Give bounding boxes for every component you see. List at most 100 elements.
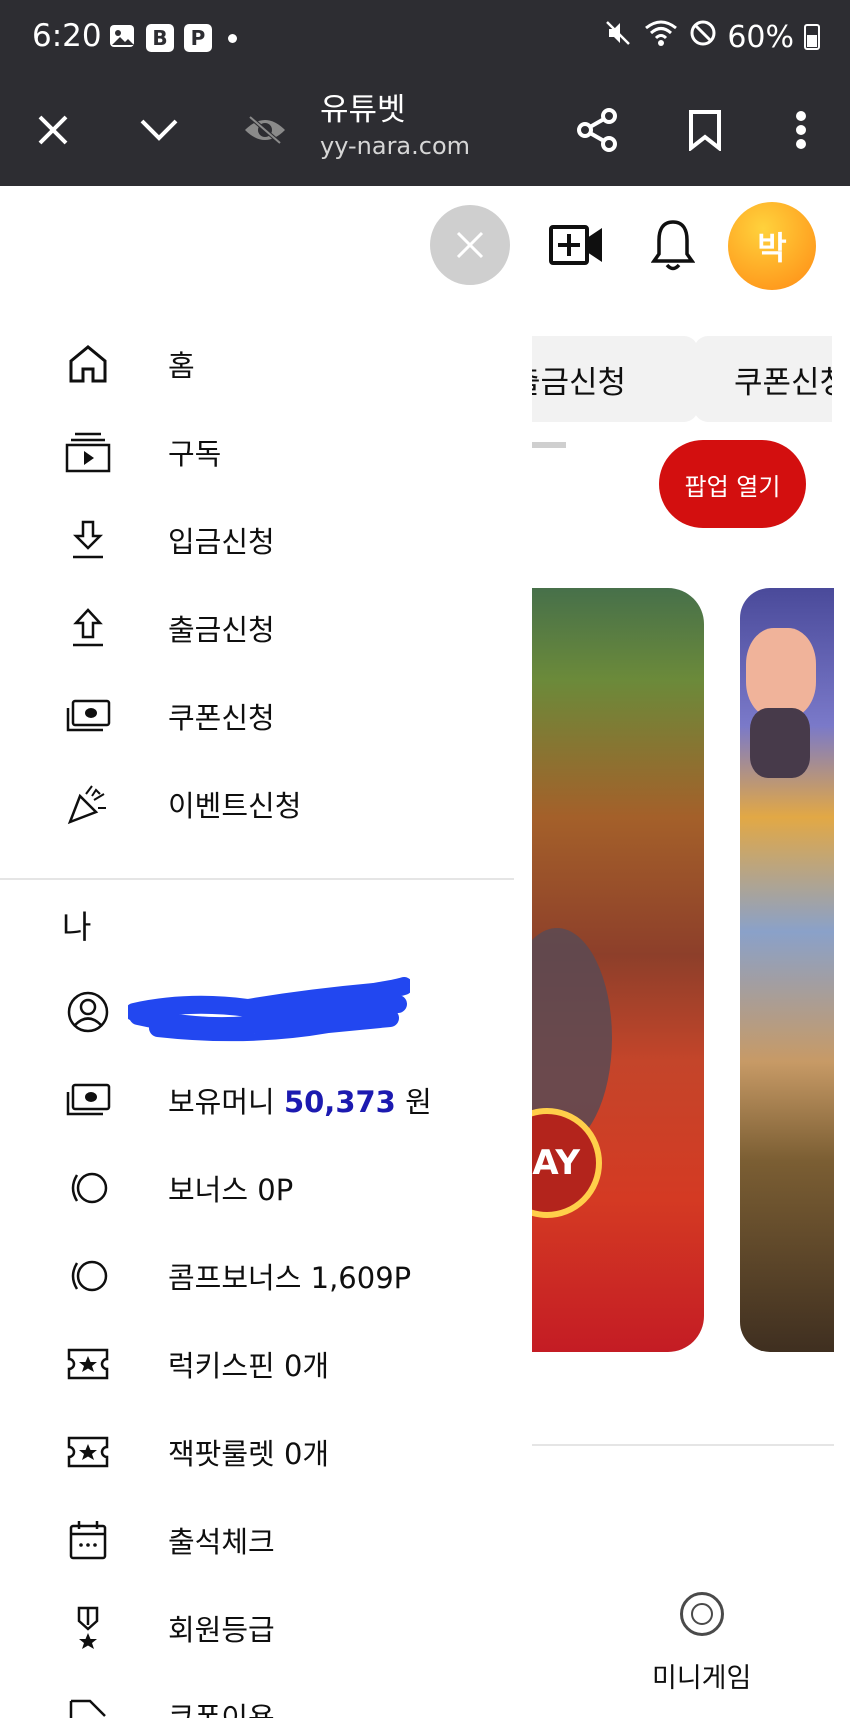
banner-character — [750, 708, 810, 778]
close-drawer-button[interactable] — [430, 205, 510, 285]
balance-label: 보유머니 50,373 원 — [168, 1079, 432, 1121]
nav-item-bonus[interactable]: 보너스 0P — [0, 1148, 514, 1228]
bell-icon — [651, 220, 695, 271]
ticket-icon — [64, 1340, 112, 1388]
nav-item-deposit[interactable]: 입금신청 — [0, 500, 514, 580]
chip-coupon[interactable]: 쿠폰신청 — [694, 336, 832, 422]
mute-icon — [603, 18, 633, 56]
nav-label: 쿠폰이용 — [168, 1701, 275, 1718]
banner-badge: AY — [532, 1108, 602, 1218]
content-divider — [532, 1444, 834, 1446]
chip-withdraw[interactable]: 출금신청 — [532, 336, 698, 422]
nav-item-attendance[interactable]: 출석체크 — [0, 1500, 514, 1580]
nav-item-membership-level[interactable]: 회원등급 — [0, 1588, 514, 1668]
nav-item-lucky-spin[interactable]: 럭키스핀 0개 — [0, 1324, 514, 1404]
wifi-icon — [643, 18, 679, 56]
minigame-label[interactable]: 미니게임 — [652, 1656, 751, 1695]
chevron-down-icon — [140, 119, 178, 141]
more-notifications-dot — [228, 33, 237, 43]
nav-label: 보너스 0P — [168, 1173, 294, 1207]
close-icon — [38, 115, 68, 145]
calendar-icon — [64, 1516, 112, 1564]
nav-item-subscriptions[interactable]: 구독 — [0, 412, 514, 492]
browser-toolbar: 유튜벳 yy-nara.com — [0, 74, 850, 186]
coupon-icon — [64, 1692, 112, 1718]
redaction-scribble — [128, 977, 410, 1042]
app-p-icon: P — [184, 24, 212, 52]
home-icon — [64, 340, 112, 388]
party-popper-icon — [64, 780, 112, 828]
nav-label: 출석체크 — [168, 1525, 275, 1559]
nav-item-home[interactable]: 홈 — [0, 324, 514, 404]
game-banner-card[interactable]: AY — [532, 588, 704, 1352]
bookmark-button[interactable] — [670, 74, 740, 186]
close-icon — [456, 231, 484, 259]
minigame-icon[interactable] — [680, 1592, 724, 1636]
nav-item-balance[interactable]: 보유머니 50,373 원 — [0, 1060, 514, 1140]
balance-prefix: 보유머니 — [168, 1085, 284, 1119]
drawer-divider — [0, 878, 514, 880]
coins-icon — [64, 1164, 112, 1212]
ticket-icon — [64, 1428, 112, 1476]
bookmark-icon — [689, 110, 721, 151]
notifications-button[interactable] — [640, 212, 706, 278]
cash-icon — [64, 1076, 112, 1124]
category-chips: 출금신청 쿠폰신청 — [532, 300, 832, 440]
cash-icon — [64, 692, 112, 740]
nav-item-use-coupon[interactable]: 쿠폰이용 — [0, 1676, 514, 1718]
download-icon — [64, 516, 112, 564]
battery-icon — [804, 24, 820, 50]
nav-label: 회원등급 — [168, 1613, 275, 1647]
subscriptions-icon — [64, 428, 112, 476]
notification-icons: B P — [108, 22, 237, 54]
nav-label: 럭키스핀 0개 — [168, 1349, 330, 1383]
scroll-indicator — [532, 442, 566, 448]
medal-icon — [64, 1604, 112, 1652]
page-title: 유튜벳 — [320, 92, 406, 128]
nav-label: 출금신청 — [168, 613, 275, 647]
page-url[interactable]: yy-nara.com — [320, 132, 470, 160]
avatar[interactable]: 박 — [728, 202, 816, 290]
nav-item-profile[interactable] — [0, 972, 514, 1052]
privacy-button[interactable] — [230, 74, 300, 186]
more-options-button[interactable] — [766, 74, 836, 186]
chip-label: 출금신청 — [532, 364, 627, 401]
nav-item-withdraw[interactable]: 출금신청 — [0, 588, 514, 668]
nav-label: 이벤트신청 — [168, 789, 302, 823]
share-icon — [577, 108, 617, 152]
balance-suffix: 원 — [395, 1085, 432, 1119]
game-banner-card[interactable] — [740, 588, 834, 1352]
balance-amount: 50,373 — [283, 1085, 396, 1119]
app-b-icon: B — [146, 24, 174, 52]
nav-item-event[interactable]: 이벤트신청 — [0, 764, 514, 844]
nav-label: 구독 — [168, 437, 222, 471]
nav-item-coupon[interactable]: 쿠폰신청 — [0, 676, 514, 756]
nav-item-jackpot-roulette[interactable]: 잭팟룰렛 0개 — [0, 1412, 514, 1492]
nav-item-comp-bonus[interactable]: 콤프보너스 1,609P — [0, 1236, 514, 1316]
upload-icon — [64, 604, 112, 652]
more-vert-icon — [796, 111, 806, 149]
nav-label: 홈 — [168, 349, 195, 383]
video-add-icon — [549, 225, 602, 265]
coins-icon — [64, 1252, 112, 1300]
open-popup-button[interactable]: 팝업 열기 — [659, 440, 806, 528]
status-time: 6:20 — [32, 18, 102, 54]
close-tab-button[interactable] — [18, 74, 88, 186]
nav-label: 콤프보너스 1,609P — [168, 1261, 412, 1295]
nav-label: 입금신청 — [168, 525, 275, 559]
side-drawer: 홈 구독 입금신청 출금신청 쿠폰신청 이벤트신청 나 보유머니 50,373 … — [0, 300, 514, 1718]
nav-label: 잭팟룰렛 0개 — [168, 1437, 330, 1471]
status-bar: 6:20 B P 60% — [0, 0, 850, 74]
nav-label: 쿠폰신청 — [168, 701, 275, 735]
minimize-button[interactable] — [124, 74, 194, 186]
create-video-button[interactable] — [544, 212, 610, 278]
account-circle-icon — [64, 988, 112, 1036]
share-button[interactable] — [562, 74, 632, 186]
chip-label: 쿠폰신청 — [734, 364, 832, 401]
section-title-me: 나 — [62, 908, 92, 946]
battery-level: 60% — [727, 19, 794, 55]
banner-character — [746, 628, 816, 718]
system-icons: 60% — [603, 18, 820, 56]
do-not-disturb-icon — [689, 19, 717, 55]
eye-off-icon — [245, 115, 285, 145]
